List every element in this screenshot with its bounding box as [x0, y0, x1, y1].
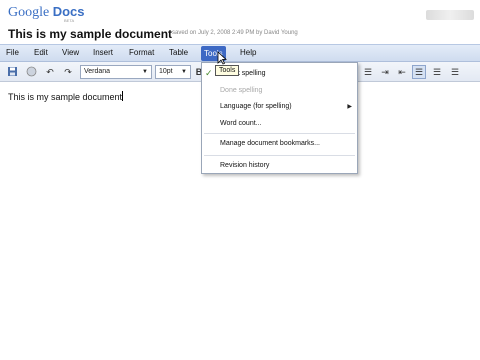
- font-size-select[interactable]: 10pt ▼: [155, 65, 191, 79]
- justify-center-icon[interactable]: ☰: [430, 65, 444, 79]
- menu-help[interactable]: Help: [240, 48, 256, 60]
- tools-tooltip: Tools: [215, 65, 240, 76]
- menuitem-language[interactable]: Language (for spelling) ▶: [220, 103, 355, 110]
- submenu-arrow-icon: ▶: [347, 104, 352, 110]
- align-left-icon[interactable]: ☰: [361, 65, 375, 79]
- text-caret: [122, 91, 124, 101]
- menu-separator: [204, 133, 355, 134]
- chevron-down-icon: ▼: [142, 69, 148, 75]
- menuitem-done-spelling: Done spelling: [220, 87, 263, 94]
- menu-insert[interactable]: Insert: [93, 48, 113, 60]
- font-family-value: Verdana: [84, 68, 111, 75]
- document-title[interactable]: This is my sample document: [8, 27, 172, 41]
- justify-left-icon[interactable]: ☰: [412, 65, 426, 79]
- menu-separator: [204, 155, 355, 156]
- header: Google Docs BETA This is my sample docum…: [0, 0, 480, 44]
- menu-edit[interactable]: Edit: [34, 48, 48, 60]
- outdent-icon[interactable]: ⇤: [395, 65, 409, 79]
- logo-beta-label: BETA: [64, 18, 75, 23]
- print-icon[interactable]: [25, 66, 37, 78]
- menuitem-manage-bookmarks[interactable]: Manage document bookmarks...: [220, 140, 320, 147]
- indent-icon[interactable]: ⇥: [378, 65, 392, 79]
- menu-format[interactable]: Format: [129, 48, 154, 60]
- tools-dropdown-menu: ✓ Check spelling Done spelling Language …: [201, 62, 358, 174]
- menu-bar: File Edit View Insert Format Table Tools…: [0, 44, 480, 62]
- saved-status: saved on July 2, 2008 2:49 PM by David Y…: [172, 30, 298, 36]
- mouse-pointer-icon: [217, 51, 227, 65]
- document-body-text[interactable]: This is my sample document: [8, 92, 122, 102]
- logo-google-text: Google: [8, 5, 50, 20]
- account-links[interactable]: [426, 10, 474, 20]
- font-size-value: 10pt: [159, 68, 173, 75]
- menu-table[interactable]: Table: [169, 48, 188, 60]
- chevron-down-icon: ▼: [181, 69, 187, 75]
- menuitem-language-label: Language (for spelling): [220, 103, 292, 110]
- menu-view[interactable]: View: [62, 48, 79, 60]
- justify-right-icon[interactable]: ☰: [448, 65, 462, 79]
- menu-file[interactable]: File: [6, 48, 19, 60]
- undo-icon[interactable]: ↶: [44, 66, 56, 78]
- save-icon[interactable]: [6, 66, 18, 78]
- font-family-select[interactable]: Verdana ▼: [80, 65, 152, 79]
- redo-icon[interactable]: ↷: [62, 66, 74, 78]
- logo-docs-text: Docs: [52, 4, 85, 19]
- document-body-line: This is my sample document: [8, 91, 124, 102]
- menuitem-word-count[interactable]: Word count...: [220, 120, 262, 127]
- spellcheck-icon: ✓: [205, 68, 213, 78]
- menuitem-revision-history[interactable]: Revision history: [220, 162, 269, 169]
